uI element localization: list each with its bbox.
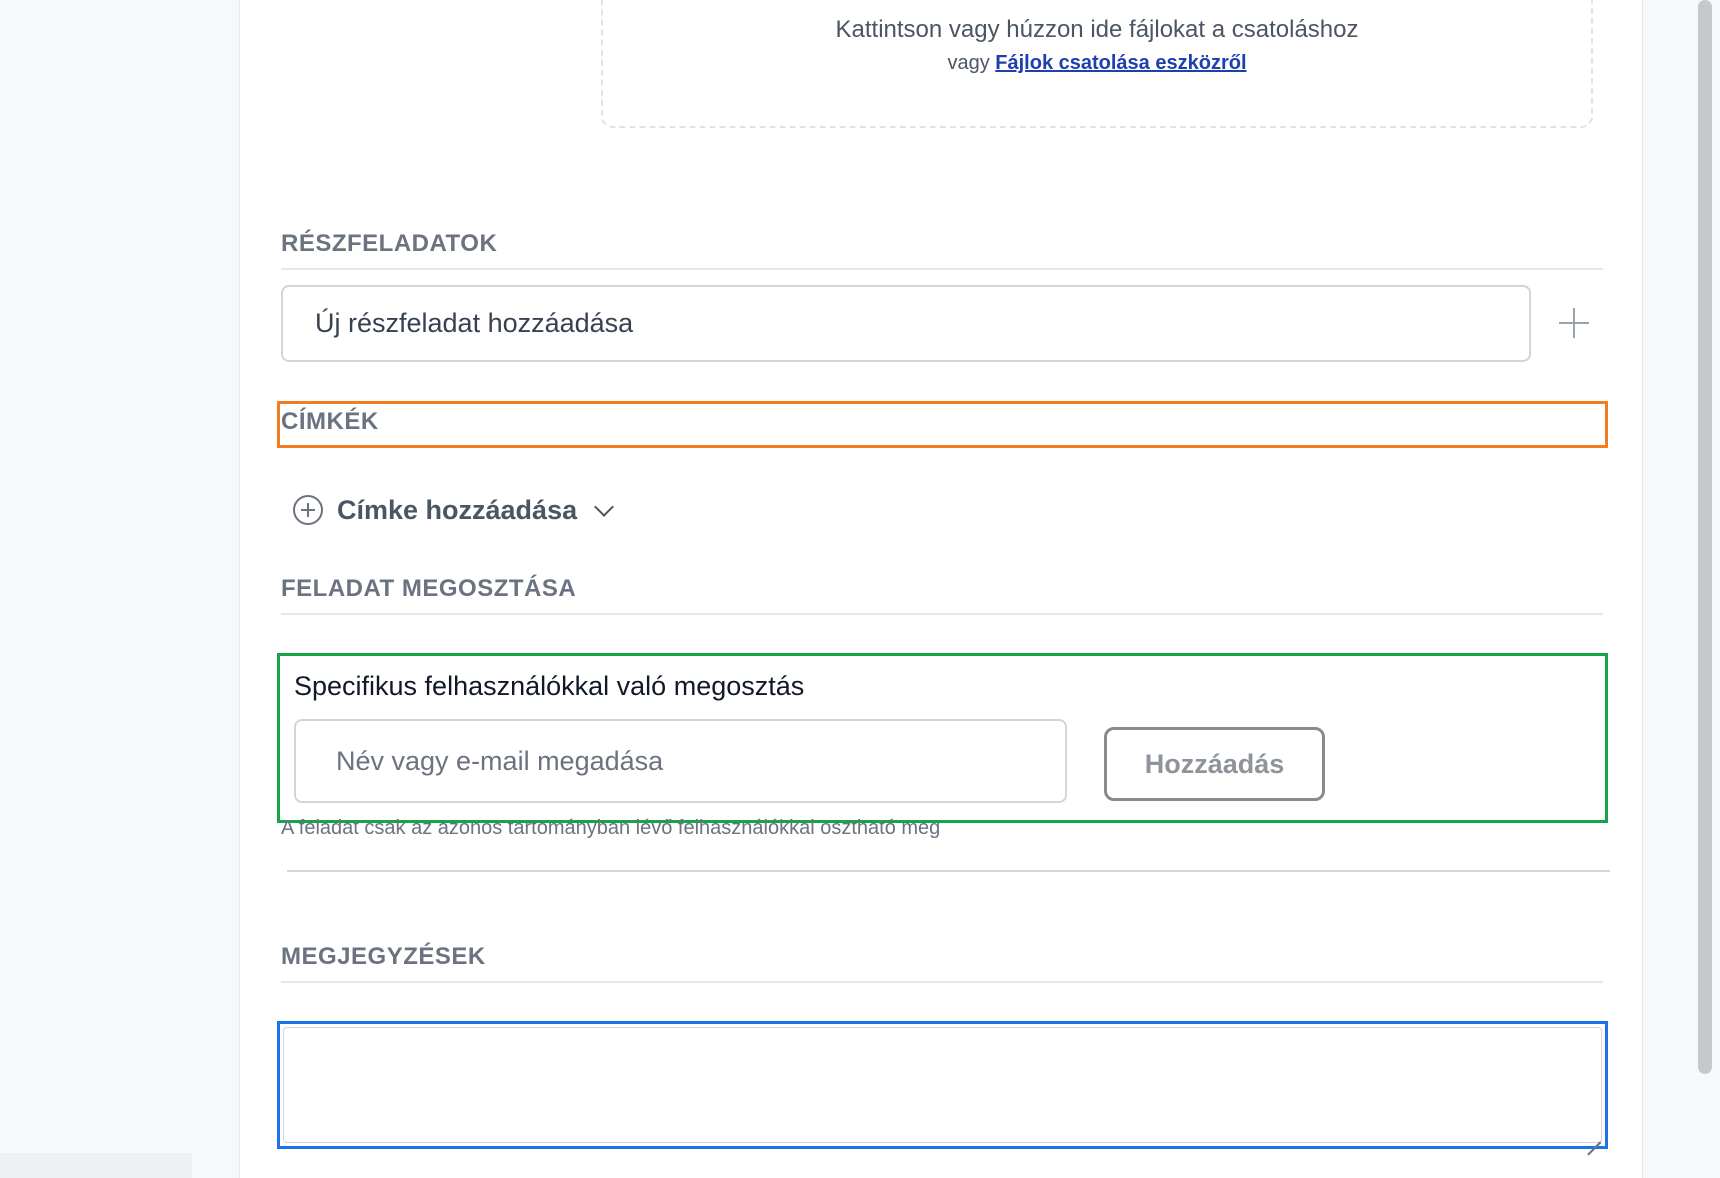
- chevron-down-icon: [594, 497, 615, 517]
- tags-title-highlight: [277, 401, 1608, 448]
- notes-textarea[interactable]: [277, 1021, 1608, 1149]
- add-tag-label: Címke hozzáadása: [337, 494, 578, 525]
- share-domain-hint: A feladat csak az azonos tartományban lé…: [281, 817, 941, 839]
- left-pane-tab: [0, 1153, 192, 1178]
- scrollbar-thumb[interactable]: [1698, 0, 1712, 1074]
- sharing-section-title: FELADAT MEGOSZTÁSA: [281, 575, 1603, 615]
- subtasks-section-title: RÉSZFELADATOK: [281, 230, 1603, 270]
- section-divider: [287, 870, 1610, 872]
- dropzone-prefix: vagy: [947, 52, 990, 74]
- dropzone-subtext: vagy Fájlok csatolása eszközről: [603, 52, 1591, 75]
- notes-textarea-inner[interactable]: [283, 1027, 1602, 1143]
- circle-plus-icon: [293, 495, 323, 525]
- attach-from-device-link[interactable]: Fájlok csatolása eszközről: [995, 52, 1246, 74]
- resize-handle-icon[interactable]: [1587, 1128, 1601, 1142]
- notes-section-title: MEGJEGYZÉSEK: [281, 943, 1603, 983]
- attachment-dropzone[interactable]: Kattintson vagy húzzon ide fájlokat a cs…: [601, 0, 1593, 128]
- share-add-button[interactable]: Hozzáadás: [1104, 727, 1325, 801]
- new-subtask-input[interactable]: Új részfeladat hozzáadása: [281, 285, 1531, 362]
- share-name-email-input[interactable]: Név vagy e-mail megadása: [294, 719, 1067, 803]
- add-tag-dropdown[interactable]: Címke hozzáadása: [293, 490, 615, 530]
- dropzone-text: Kattintson vagy húzzon ide fájlokat a cs…: [835, 16, 1359, 43]
- share-specific-users-label: Specifikus felhasználókkal való megosztá…: [294, 671, 805, 701]
- add-subtask-plus-icon[interactable]: [1557, 306, 1591, 340]
